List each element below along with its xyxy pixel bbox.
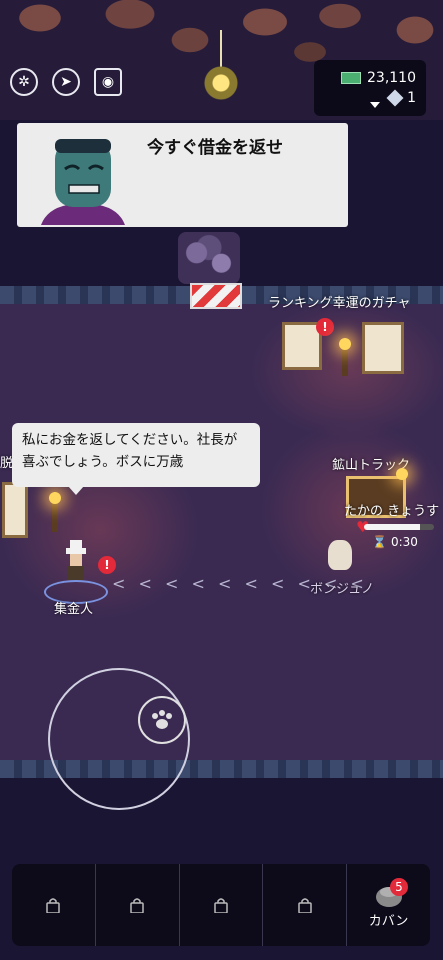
torch: [52, 502, 58, 532]
rubble-pile: [178, 232, 240, 284]
player-name: ボンジュノ: [310, 582, 375, 597]
exit-board[interactable]: [2, 482, 28, 538]
gem-row: 1: [386, 89, 416, 107]
ranking-alert: !: [316, 318, 334, 336]
player-character[interactable]: [328, 540, 352, 570]
lamp-icon[interactable]: [204, 66, 238, 100]
locked-slot[interactable]: [12, 864, 96, 946]
joystick-knob[interactable]: [138, 696, 186, 744]
lock-icon: [130, 898, 144, 913]
gem-icon: [386, 89, 404, 107]
lock-icon: [214, 898, 228, 913]
bottom-bar: カバン: [12, 864, 430, 946]
dropdown-icon[interactable]: [370, 102, 380, 108]
paw-icon: [152, 710, 172, 729]
collector-npc[interactable]: [64, 540, 88, 580]
flame: [49, 492, 61, 504]
torch: [342, 346, 348, 376]
cash-icon: [341, 72, 361, 84]
cursor-icon[interactable]: ➤: [52, 68, 80, 96]
npc-speech-bubble: 私にお金を返してください。社長が喜ぶでしょう。ボスに万歳: [12, 423, 260, 487]
camera-icon[interactable]: ◉: [94, 68, 122, 96]
boss-portrait: [41, 139, 125, 225]
gem-value: 1: [407, 90, 416, 106]
timer-value: 0:30: [390, 535, 418, 549]
dialog-text: 今すぐ借金を返せ: [147, 138, 283, 158]
lamp-cord: [220, 30, 222, 68]
flame: [339, 338, 351, 350]
player-speech: たかの きょうす: [344, 504, 440, 519]
bag-button[interactable]: カバン: [347, 864, 430, 946]
cash-row: 23,110: [341, 70, 416, 86]
boss-dialog[interactable]: 今すぐ借金を返せ: [17, 123, 348, 227]
barrier: [190, 283, 242, 309]
lock-icon: [298, 898, 312, 913]
locked-slot[interactable]: [180, 864, 264, 946]
cash-value: 23,110: [367, 70, 416, 86]
npc-alert: !: [98, 556, 116, 574]
hp-bar: [364, 524, 434, 530]
npc-name: 集金人: [54, 602, 94, 617]
flame: [396, 468, 408, 480]
speech-tail: [68, 486, 84, 495]
bag-label: カバン: [368, 913, 409, 929]
bag-badge: 5: [390, 878, 408, 896]
timer: ⌛ 0:30: [372, 535, 418, 549]
gacha-machine[interactable]: [362, 322, 404, 374]
ranking-label: ランキング幸運のガチャ: [268, 296, 411, 311]
compass-icon[interactable]: ✲: [10, 68, 38, 96]
locked-slot[interactable]: [96, 864, 180, 946]
lock-icon: [46, 898, 61, 913]
locked-slot[interactable]: [263, 864, 348, 946]
hourglass-icon: ⌛: [372, 535, 387, 549]
